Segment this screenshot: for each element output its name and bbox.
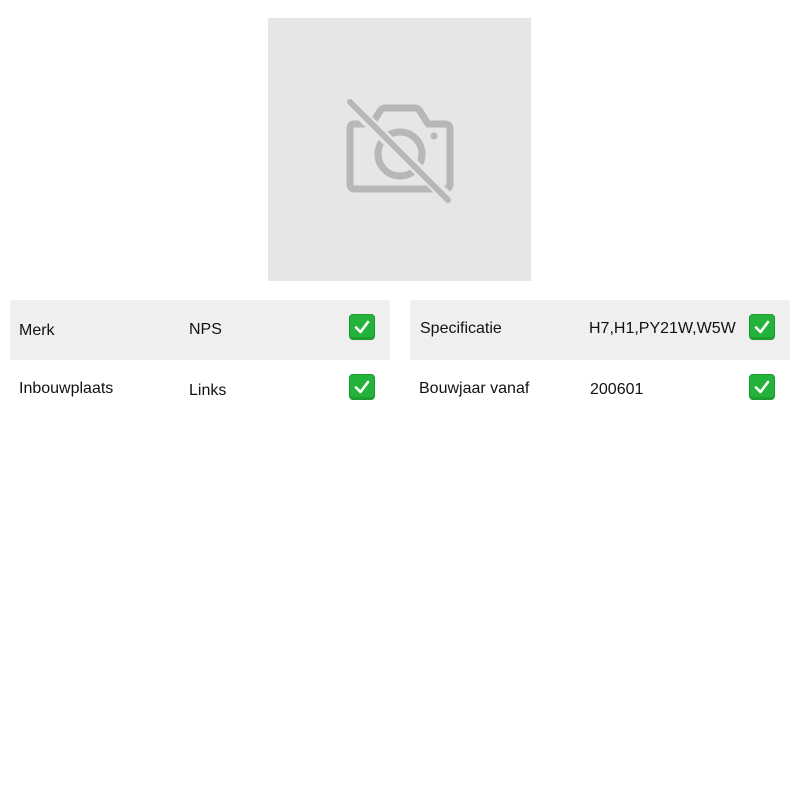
- spec-value: Links: [189, 382, 227, 399]
- camera-off-icon: [346, 98, 454, 204]
- spec-value: H7,H1,PY21W,W5W: [589, 320, 736, 337]
- spec-row-bouwjaar-vanaf: Bouwjaar vanaf 200601: [410, 360, 790, 420]
- check-mark-icon: [349, 374, 375, 400]
- spec-row-inbouwplaats: Inbouwplaats Links: [10, 360, 390, 420]
- spec-value: NPS: [189, 321, 222, 338]
- spec-label: Bouwjaar vanaf: [419, 380, 530, 397]
- spec-row-merk: Merk NPS: [10, 300, 390, 360]
- spec-table-right: Specificatie H7,H1,PY21W,W5W Bouwjaar va…: [410, 300, 790, 420]
- spec-value: 200601: [590, 381, 644, 398]
- product-image-placeholder: [268, 18, 531, 281]
- spec-label: Specificatie: [420, 320, 502, 337]
- check-mark-icon: [749, 314, 775, 340]
- check-mark-icon: [349, 314, 375, 340]
- spec-table-left: Merk NPS Inbouwplaats Links: [10, 300, 390, 420]
- spec-label: Merk: [19, 322, 55, 339]
- spec-row-specificatie: Specificatie H7,H1,PY21W,W5W: [410, 300, 790, 360]
- check-mark-icon: [749, 374, 775, 400]
- spec-label: Inbouwplaats: [19, 380, 114, 397]
